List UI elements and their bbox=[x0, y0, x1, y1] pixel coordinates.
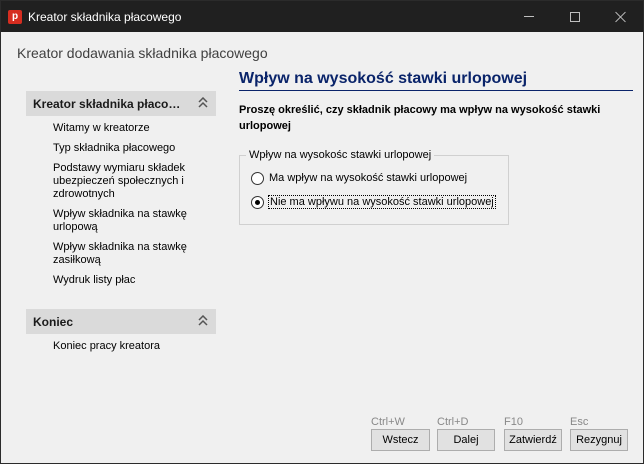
sidebar-item-type[interactable]: Typ składnika płacowego bbox=[53, 142, 203, 155]
sidebar-step-list: Witamy w kreatorze Typ składnika płacowe… bbox=[26, 116, 216, 287]
option-has-impact[interactable]: Ma wpływ na wysokość stawki urlopowej bbox=[251, 170, 468, 186]
minimize-button[interactable] bbox=[506, 1, 552, 32]
page-title: Wpływ na wysokość stawki urlopowej bbox=[239, 70, 528, 87]
wizard-header: Kreator dodawania składnika płacowego bbox=[17, 45, 268, 61]
sidebar-item-contribution-bases[interactable]: Podstawy wymiaru składek ubezpieczeń spo… bbox=[53, 162, 203, 201]
back-button[interactable]: Wstecz bbox=[371, 429, 430, 451]
sidebar-panel-title: Koniec bbox=[33, 315, 74, 329]
window-title: Kreator składnika płacowego bbox=[28, 10, 182, 24]
close-button[interactable] bbox=[598, 1, 644, 32]
sidebar-panel-header[interactable]: Kreator składnika płaco… bbox=[26, 91, 216, 116]
sidebar-panel-header[interactable]: Koniec bbox=[26, 309, 216, 334]
collapse-chevron-icon[interactable] bbox=[198, 97, 208, 109]
question-prompt: Proszę określić, czy składnik płacowy ma… bbox=[239, 104, 601, 132]
confirm-shortcut-hint: F10 bbox=[504, 416, 523, 428]
back-shortcut-hint: Ctrl+W bbox=[371, 416, 405, 428]
next-shortcut-hint: Ctrl+D bbox=[437, 416, 469, 428]
title-bar[interactable]: p Kreator składnika płacowego bbox=[1, 1, 643, 32]
vacation-rate-group: Wpływ na wysokośc stawki urlopowej Ma wp… bbox=[239, 149, 509, 225]
maximize-button[interactable] bbox=[552, 1, 598, 32]
radio-button-selected[interactable] bbox=[251, 195, 264, 209]
next-button[interactable]: Dalej bbox=[437, 429, 495, 451]
app-icon: p bbox=[8, 10, 22, 24]
cancel-shortcut-hint: Esc bbox=[570, 416, 589, 428]
option-no-impact[interactable]: Nie ma wpływu na wysokość stawki urlopow… bbox=[251, 194, 496, 210]
sidebar-panel-wizard: Kreator składnika płaco… Witamy w kreato… bbox=[26, 91, 216, 294]
sidebar-panel-title: Kreator składnika płaco… bbox=[33, 97, 181, 111]
title-divider bbox=[239, 90, 633, 91]
group-legend: Wpływ na wysokośc stawki urlopowej bbox=[246, 149, 435, 162]
close-icon bbox=[615, 11, 627, 23]
sidebar-item-payroll-print[interactable]: Wydruk listy płac bbox=[53, 274, 203, 287]
radio-button[interactable] bbox=[251, 171, 264, 185]
sidebar-item-vacation-rate[interactable]: Wpływ składnika na stawkę urlopową bbox=[53, 208, 203, 234]
collapse-chevron-icon[interactable] bbox=[198, 315, 208, 327]
radio-label[interactable]: Nie ma wpływu na wysokość stawki urlopow… bbox=[268, 195, 496, 209]
sidebar-panel-end: Koniec Koniec pracy kreatora bbox=[26, 309, 216, 360]
sidebar-item-benefit-rate[interactable]: Wpływ składnika na stawkę zasiłkową bbox=[53, 241, 203, 267]
wizard-window: p Kreator składnika płacowego Kreator do… bbox=[0, 0, 644, 464]
cancel-button[interactable]: Rezygnuj bbox=[570, 429, 628, 451]
wizard-client-area: Kreator dodawania składnika płacowego Kr… bbox=[1, 32, 643, 463]
minimize-icon bbox=[524, 16, 534, 17]
radio-label[interactable]: Ma wpływ na wysokość stawki urlopowej bbox=[268, 172, 468, 184]
confirm-button[interactable]: Zatwierdź bbox=[504, 429, 562, 451]
sidebar-item-finish[interactable]: Koniec pracy kreatora bbox=[53, 340, 203, 353]
maximize-icon bbox=[570, 11, 580, 22]
sidebar-step-list: Koniec pracy kreatora bbox=[26, 334, 216, 353]
sidebar-item-welcome[interactable]: Witamy w kreatorze bbox=[53, 122, 203, 135]
